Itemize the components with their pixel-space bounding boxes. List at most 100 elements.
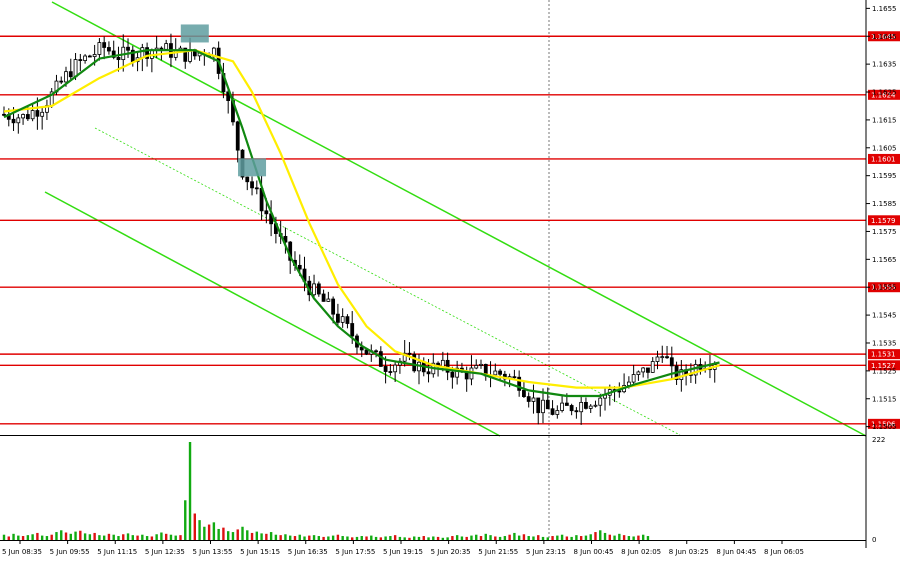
candle-body (11, 118, 16, 124)
time-tick-label: 5 Jun 16:35 (288, 548, 328, 556)
volume-bar (465, 536, 468, 540)
candle-body (30, 110, 35, 120)
candle-body (21, 114, 25, 119)
volume-bar (622, 535, 626, 540)
volume-bar (164, 533, 168, 540)
price-tick-label: 1.1525 (872, 367, 897, 375)
volume-bar (117, 536, 120, 540)
price-tick-label: 1.1575 (872, 228, 897, 236)
volume-bar (188, 442, 192, 540)
candle-body (345, 316, 350, 324)
candle-body (555, 410, 560, 415)
volume-bar (317, 536, 321, 540)
volume-bar (312, 535, 316, 540)
price-tick-label: 1.1625 (872, 89, 897, 97)
volume-tick-label: 222 (872, 436, 885, 444)
volume-bar (246, 530, 249, 540)
candle-body (584, 401, 588, 409)
volume-bar (565, 536, 569, 540)
volume-bar (489, 535, 492, 540)
candle-body (560, 402, 564, 411)
candle-body (569, 405, 574, 412)
candle-body (245, 176, 250, 183)
volume-bar (513, 532, 516, 540)
volume-bar (26, 535, 30, 540)
volume-bar (403, 537, 406, 540)
candle-body (493, 370, 498, 376)
time-tick-label: 5 Jun 11:15 (97, 548, 137, 556)
candle-body (126, 46, 130, 51)
volume-bar (646, 536, 650, 540)
volume-bar (322, 536, 325, 540)
time-tick-label: 5 Jun 19:15 (383, 548, 423, 556)
volume-bar (298, 534, 301, 540)
candle-body (107, 47, 111, 52)
candle-body (331, 298, 336, 315)
candle-body (364, 349, 369, 355)
volume-bar (284, 534, 287, 540)
candle-body (479, 363, 483, 366)
volume-bar (341, 536, 344, 540)
price-tick-label: 1.1615 (872, 116, 897, 124)
volume-tick-label: 0 (872, 536, 876, 544)
volume-bar (40, 535, 44, 540)
volume-bar (498, 536, 502, 540)
level-label: 1.1601 (871, 155, 896, 163)
volume-bar (575, 535, 578, 540)
volume-bar (2, 534, 6, 540)
volume-bar (556, 535, 559, 540)
volume-bar (346, 536, 349, 540)
volume-bar (255, 531, 259, 540)
candle-body (92, 54, 97, 57)
candle-body (498, 370, 502, 375)
volume-bar (541, 536, 545, 540)
volume-bar (136, 535, 139, 540)
candle-body (378, 351, 383, 367)
volume-bar (102, 535, 106, 540)
volume-bar (260, 533, 263, 540)
volume-bar (184, 500, 187, 540)
volume-bar (584, 535, 588, 540)
volume-bar (551, 536, 554, 540)
volume-bar (236, 529, 239, 540)
time-tick-label: 5 Jun 21:55 (478, 548, 518, 556)
volume-bar (93, 532, 96, 540)
volume-bar (88, 534, 92, 540)
volume-bar (618, 533, 621, 540)
volume-bar (303, 536, 306, 540)
volume-bar (570, 536, 573, 540)
volume-bar (637, 535, 640, 540)
volume-bar (579, 536, 583, 540)
volume-bar (241, 526, 244, 540)
candle-body (64, 71, 68, 83)
volume-bar (603, 532, 607, 540)
candle-body (254, 187, 259, 190)
volume-bar (527, 536, 530, 540)
volume-bar (155, 534, 158, 540)
volume-bar (203, 526, 206, 540)
volume-bar (546, 537, 549, 540)
time-tick-label: 8 Jun 02:05 (621, 548, 661, 556)
candle-body (2, 113, 6, 116)
price-tick-label: 1.1535 (872, 339, 897, 347)
volume-bar (451, 536, 454, 540)
price-chart: 1.16451.16241.16011.15791.15551.15311.15… (0, 0, 900, 562)
candle-body (650, 361, 655, 373)
time-tick-label: 5 Jun 12:35 (145, 548, 185, 556)
volume-bar (336, 534, 340, 540)
candle-body (383, 366, 388, 372)
volume-bar (60, 530, 63, 540)
volume-bar (613, 535, 616, 540)
volume-bar (327, 536, 330, 540)
chart-background (0, 0, 900, 562)
volume-bar (522, 534, 526, 540)
signal-marker (238, 158, 267, 177)
candle-body (321, 293, 326, 302)
price-tick-label: 1.1655 (872, 5, 897, 13)
candle-body (669, 357, 674, 367)
candle-body (250, 181, 254, 189)
candle-body (140, 47, 145, 59)
time-tick-label: 8 Jun 00:45 (574, 548, 614, 556)
price-tick-label: 1.1565 (872, 256, 897, 264)
candle-body (68, 71, 73, 78)
